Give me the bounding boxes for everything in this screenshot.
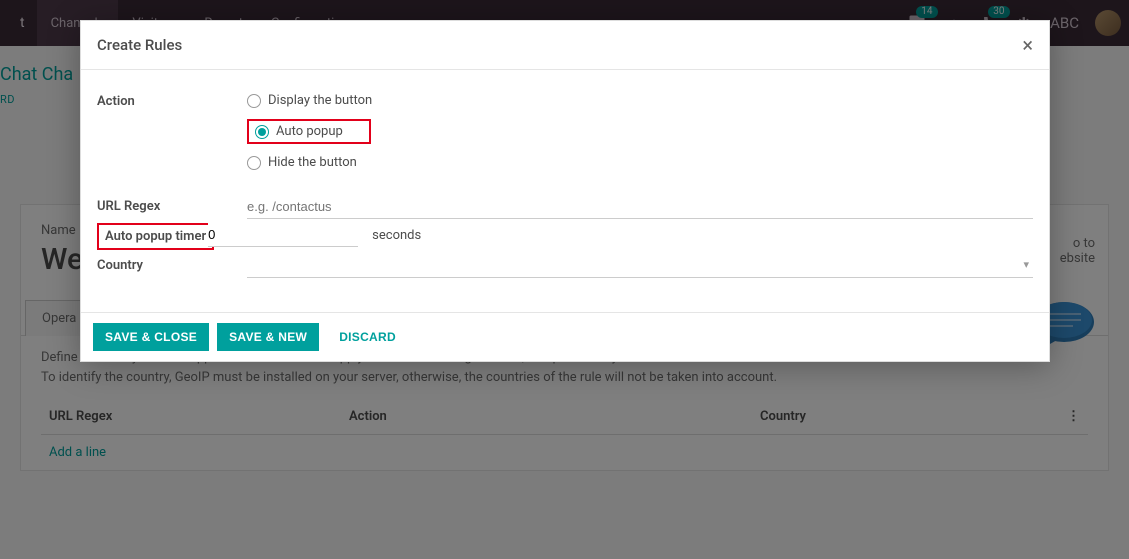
radio-hide-input[interactable] [247, 156, 261, 170]
country-select[interactable] [247, 254, 1033, 278]
radio-hide-button[interactable]: Hide the button [247, 152, 1033, 173]
modal-header: Create Rules × [81, 21, 1049, 70]
label-url-regex: URL Regex [97, 195, 247, 214]
url-regex-input[interactable] [247, 195, 1033, 219]
modal-title: Create Rules [97, 36, 182, 54]
seconds-label: seconds [372, 228, 421, 243]
modal-body: Action Display the button Auto popup Hid… [81, 70, 1049, 312]
label-auto-popup-timer: Auto popup timer [97, 223, 214, 250]
radio-auto-popup[interactable]: Auto popup [247, 119, 371, 144]
create-rules-modal: Create Rules × Action Display the button… [80, 20, 1050, 362]
label-country: Country [97, 254, 247, 273]
save-close-button[interactable]: SAVE & CLOSE [93, 323, 209, 351]
radio-display-button[interactable]: Display the button [247, 90, 1033, 111]
auto-popup-timer-input[interactable] [208, 223, 358, 247]
modal-footer: SAVE & CLOSE SAVE & NEW DISCARD [81, 312, 1049, 361]
radio-display-input[interactable] [247, 94, 261, 108]
label-action: Action [97, 90, 247, 109]
radio-auto-popup-input[interactable] [255, 125, 269, 139]
save-new-button[interactable]: SAVE & NEW [217, 323, 319, 351]
discard-button[interactable]: DISCARD [327, 323, 408, 351]
close-icon[interactable]: × [1022, 35, 1033, 55]
